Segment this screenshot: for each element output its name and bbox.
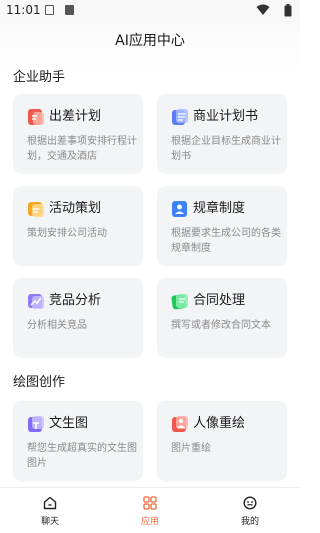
event-planning-icon bbox=[28, 202, 44, 217]
card-title: 合同处理 bbox=[193, 293, 246, 308]
card-description: 帮您生成超真实的文生图图片 bbox=[27, 443, 137, 469]
card-description: 分析相关竞品 bbox=[27, 320, 87, 331]
battery-icon bbox=[284, 4, 292, 17]
app-card-regulations[interactable]: 规章制度 根据要求生成公司的各类规章制度 bbox=[157, 186, 287, 266]
card-description: 根据出差事项安排行程计划，交通及酒店 bbox=[27, 136, 137, 162]
wifi-icon bbox=[256, 4, 270, 15]
app-card-competitor-analysis[interactable]: 竞品分析 分析相关竞品 bbox=[13, 278, 143, 358]
business-plan-icon bbox=[172, 109, 188, 125]
tab-label: 应用 bbox=[140, 517, 159, 527]
tab-label: 我的 bbox=[240, 517, 259, 527]
regulations-icon bbox=[172, 201, 187, 217]
app-card-event-planning[interactable]: 活动策划 策划安排公司活动 bbox=[13, 186, 143, 266]
travel-plan-icon bbox=[28, 109, 44, 125]
profile-face-icon bbox=[243, 496, 257, 510]
section-title-enterprise: 企业助手 bbox=[13, 70, 66, 85]
page-title: AI应用中心 bbox=[115, 33, 185, 49]
card-title: 文生图 bbox=[49, 416, 89, 431]
card-title: 人像重绘 bbox=[193, 416, 246, 431]
status-bar: 11:01 bbox=[0, 0, 300, 22]
card-description: 根据企业目标生成商业计划书 bbox=[171, 136, 281, 162]
app-card-travel-plan[interactable]: 出差计划 根据出差事项安排行程计划，交通及酒店 bbox=[13, 94, 143, 174]
notification-icon bbox=[45, 5, 54, 15]
app-card-business-plan[interactable]: 商业计划书 根据企业目标生成商业计划书 bbox=[157, 94, 287, 174]
card-description: 图片重绘 bbox=[171, 443, 211, 454]
card-description: 根据要求生成公司的各类规章制度 bbox=[171, 228, 281, 254]
tab-label: 聊天 bbox=[40, 517, 59, 527]
tab-apps[interactable]: 应用 bbox=[100, 488, 200, 533]
portrait-redraw-icon bbox=[172, 416, 188, 432]
card-title: 商业计划书 bbox=[193, 109, 259, 124]
contract-icon bbox=[171, 294, 188, 310]
card-description: 策划安排公司活动 bbox=[27, 228, 107, 239]
app-card-text-to-image[interactable]: 文生图 帮您生成超真实的文生图图片 bbox=[13, 401, 143, 481]
card-title: 出差计划 bbox=[49, 109, 102, 124]
text-to-image-icon bbox=[28, 416, 44, 432]
apps-grid-icon bbox=[143, 496, 157, 510]
status-time: 11:01 bbox=[6, 3, 41, 17]
card-description: 撰写或者修改合同文本 bbox=[171, 320, 271, 331]
card-title: 活动策划 bbox=[49, 201, 102, 216]
section-title-drawing: 绘图创作 bbox=[13, 375, 66, 390]
photo-notification-icon bbox=[65, 5, 74, 15]
competitor-analysis-icon bbox=[28, 294, 44, 309]
bottom-tab-bar: 聊天 应用 我的 bbox=[0, 487, 300, 533]
tab-chat[interactable]: 聊天 bbox=[0, 488, 100, 533]
home-icon bbox=[43, 496, 57, 510]
tab-profile[interactable]: 我的 bbox=[200, 488, 300, 533]
app-card-contract[interactable]: 合同处理 撰写或者修改合同文本 bbox=[157, 278, 287, 358]
card-title: 竞品分析 bbox=[49, 293, 102, 308]
card-title: 规章制度 bbox=[193, 201, 246, 216]
app-card-portrait-redraw[interactable]: 人像重绘 图片重绘 bbox=[157, 401, 287, 481]
